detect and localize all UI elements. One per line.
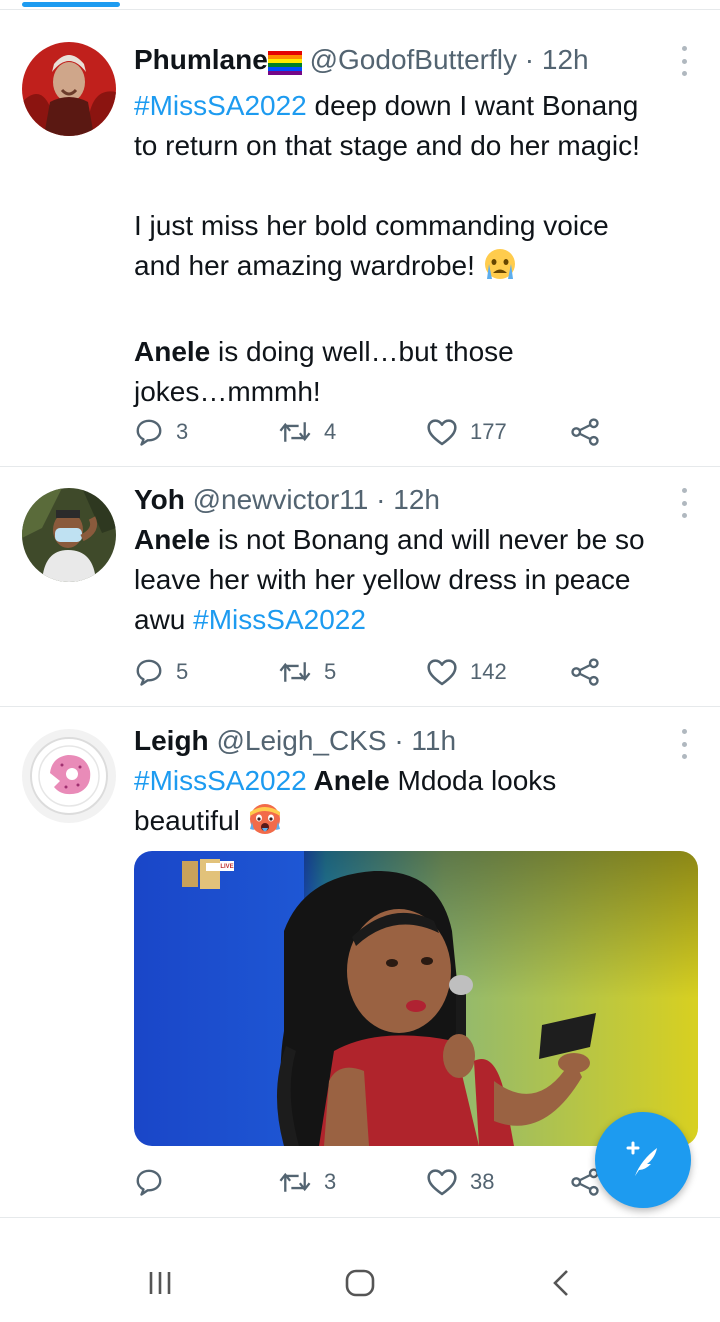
display-name[interactable]: Leigh [134,725,209,756]
retweet-button[interactable]: 4 [278,412,336,452]
hot-face-icon [248,802,282,847]
separator-dot: · [524,44,535,75]
recent-apps-icon [149,1272,171,1294]
rainbow-flag-icon [267,46,302,86]
heart-icon [427,659,457,686]
like-button[interactable]: 177 [426,412,507,452]
tweet-media-image[interactable]: LIVE [134,851,698,1146]
share-button[interactable] [570,412,600,452]
tweet-text: Anele is not Bonang and will never be so… [134,524,645,635]
avatar[interactable] [22,488,116,582]
tweet-yoh[interactable]: Yoh @newvictor11 · 12h Anele is not Bona… [0,466,720,707]
reply-icon [136,659,162,686]
back-icon [553,1270,568,1296]
tweet-phumlane[interactable]: Phumlane @GodofButterfly · 12h #MissSA20… [0,20,720,467]
tweet-time[interactable]: 12h [542,44,589,75]
display-name[interactable]: Yoh [134,484,185,515]
user-handle[interactable]: @GodofButterfly [310,44,517,75]
reply-button[interactable]: 5 [134,652,188,692]
retweet-icon [279,422,311,442]
compose-tweet-button[interactable] [595,1112,691,1208]
retweet-icon [279,1172,311,1192]
tweet-text: #MissSA2022 deep down I want Bonang to r… [134,90,640,407]
reply-button[interactable] [134,1162,176,1202]
hashtag-link[interactable]: #MissSA2022 [134,765,307,796]
hashtag-link[interactable]: #MissSA2022 [134,90,307,121]
more-options-icon[interactable] [674,46,694,76]
heart-icon [427,419,457,446]
retweet-button[interactable]: 3 [278,1162,336,1202]
more-options-icon[interactable] [674,488,694,518]
home-button[interactable] [330,1258,390,1308]
display-name[interactable]: Phumlane [134,44,268,75]
user-handle[interactable]: @newvictor11 [193,484,369,515]
share-button[interactable] [570,652,600,692]
user-handle[interactable]: @Leigh_CKS [216,725,386,756]
like-button[interactable]: 142 [426,652,507,692]
tab-indicator [22,2,120,7]
system-nav-bar [0,1240,720,1322]
home-icon [345,1269,375,1297]
compose-tweet-icon [626,1141,657,1176]
retweet-button[interactable]: 5 [278,652,336,692]
avatar[interactable] [22,729,116,823]
hashtag-link[interactable]: #MissSA2022 [193,604,366,635]
crying-face-icon [483,247,517,292]
top-divider [0,9,720,10]
more-options-icon[interactable] [674,729,694,759]
like-button[interactable]: 38 [426,1162,494,1202]
reply-icon [136,1169,162,1196]
reply-icon [136,419,162,446]
heart-icon [427,1169,457,1196]
avatar[interactable] [22,42,116,136]
separator-dot: · [394,725,404,756]
tweet-text: #MissSA2022 Anele Mdoda looks beautiful [134,761,698,847]
live-badge: LIVE [220,864,233,870]
retweet-icon [279,662,311,682]
reply-button[interactable]: 3 [134,412,188,452]
share-icon [571,418,599,446]
recent-apps-button[interactable] [130,1258,190,1308]
share-icon [571,658,599,686]
tweet-time[interactable]: 12h [393,484,440,515]
tweet-time[interactable]: 11h [411,725,456,756]
separator-dot: · [376,484,386,515]
back-button[interactable] [532,1258,592,1308]
